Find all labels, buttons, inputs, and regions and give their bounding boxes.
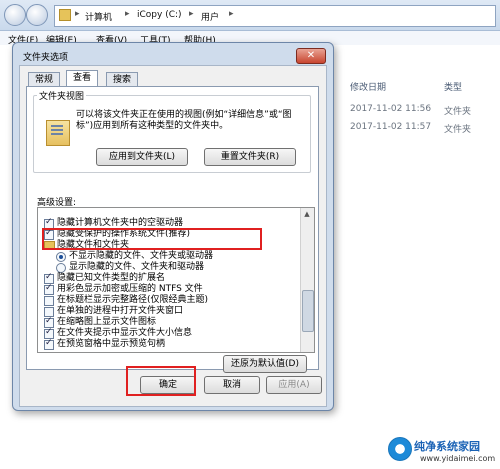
file-row-type[interactable]: 文件夹: [444, 122, 471, 135]
folder-options-dialog: 文件夹选项 ✕ 常规 查看 搜索 可以将该文件夹正在使用的视图(例如“详细信息”…: [12, 42, 334, 411]
breadcrumb-users[interactable]: 用户: [201, 10, 219, 23]
advanced-item[interactable]: 在缩略图上显示文件图标: [38, 316, 298, 328]
advanced-item[interactable]: 在标题栏显示完整路径(仅限经典主题): [38, 295, 298, 306]
breadcrumb-separator: ▸: [189, 9, 194, 19]
folder-view-group: 可以将该文件夹正在使用的视图(例如“详细信息”或“图标”)应用到所有这种类型的文…: [33, 95, 311, 173]
cancel-button[interactable]: 取消: [204, 376, 260, 394]
advanced-item-label: 在文件夹提示中显示文件大小信息: [57, 328, 193, 338]
breadcrumb-separator: ▸: [75, 9, 80, 19]
folder-view-icon: [46, 120, 70, 146]
advanced-item-label: 显示隐藏的文件、文件夹和驱动器: [69, 262, 205, 272]
highlight-show-hidden: [42, 228, 262, 250]
folder-view-legend: 文件夹视图: [37, 89, 87, 102]
breadcrumb-drive[interactable]: iCopy (C:): [137, 10, 182, 20]
breadcrumb-separator: ▸: [125, 9, 130, 19]
tab-general[interactable]: 常规: [28, 72, 61, 87]
advanced-item[interactable]: 在文件夹提示中显示文件大小信息: [38, 327, 298, 339]
back-button[interactable]: [4, 4, 26, 26]
file-list-header: 修改日期 类型: [334, 74, 500, 94]
watermark-title: 纯净系统家园: [414, 440, 480, 453]
watermark-logo-icon: [388, 437, 412, 461]
file-row-date[interactable]: 2017-11-02 11:57: [350, 122, 431, 132]
file-row-type[interactable]: 文件夹: [444, 104, 471, 117]
checkbox[interactable]: [44, 283, 54, 295]
checkbox[interactable]: [44, 338, 54, 350]
advanced-item[interactable]: 显示隐藏的文件、文件夹和驱动器: [38, 262, 298, 273]
radio-button[interactable]: [56, 252, 66, 262]
advanced-item-label: 在单独的进程中打开文件夹窗口: [57, 306, 184, 316]
highlight-ok-button: [126, 366, 196, 396]
column-modified-date[interactable]: 修改日期: [350, 80, 386, 93]
folder-icon: [59, 9, 71, 21]
tab-search[interactable]: 搜索: [106, 72, 139, 87]
advanced-item[interactable]: 在预览窗格中显示预览句柄: [38, 338, 298, 350]
advanced-item-label: 不显示隐藏的文件、文件夹或驱动器: [69, 251, 214, 261]
scrollbar-thumb[interactable]: [302, 290, 314, 332]
advanced-item[interactable]: 不显示隐藏的文件、文件夹或驱动器: [38, 251, 298, 262]
close-icon[interactable]: ✕: [296, 48, 326, 64]
advanced-item[interactable]: 用彩色显示加密或压缩的 NTFS 文件: [38, 283, 298, 295]
advanced-item[interactable]: 隐藏已知文件类型的扩展名: [38, 272, 298, 284]
reset-folders-button[interactable]: 重置文件夹(R): [204, 148, 296, 166]
advanced-item-label: 在标题栏显示完整路径(仅限经典主题): [57, 295, 209, 305]
dialog-title: 文件夹选项: [23, 53, 69, 63]
scroll-up-icon[interactable]: ▲: [302, 210, 312, 220]
apply-to-folders-button[interactable]: 应用到文件夹(L): [96, 148, 188, 166]
breadcrumb-separator: ▸: [229, 9, 234, 19]
watermark-url: www.yidaimei.com: [420, 454, 496, 463]
address-bar[interactable]: ▸ 计算机 ▸ iCopy (C:) ▸ 用户 ▸: [54, 5, 496, 27]
breadcrumb-computer[interactable]: 计算机: [85, 10, 112, 23]
radio-button[interactable]: [56, 263, 66, 273]
advanced-item-label: 用彩色显示加密或压缩的 NTFS 文件: [57, 284, 203, 294]
explorer-toolbar: ▸ 计算机 ▸ iCopy (C:) ▸ 用户 ▸: [0, 0, 500, 31]
column-type[interactable]: 类型: [444, 80, 462, 93]
advanced-item-label: 在预览窗格中显示预览句柄: [57, 339, 166, 349]
advanced-item-label: 隐藏已知文件类型的扩展名: [57, 273, 166, 283]
file-row-date[interactable]: 2017-11-02 11:56: [350, 104, 431, 114]
advanced-item-label: 在缩略图上显示文件图标: [57, 317, 157, 327]
checkbox[interactable]: [44, 296, 54, 306]
folder-view-description: 可以将该文件夹正在使用的视图(例如“详细信息”或“图标”)应用到所有这种类型的文…: [76, 110, 292, 131]
restore-defaults-button[interactable]: 还原为默认值(D): [223, 355, 307, 373]
apply-button[interactable]: 应用(A): [266, 376, 322, 394]
forward-button[interactable]: [26, 4, 48, 26]
advanced-item[interactable]: 在单独的进程中打开文件夹窗口: [38, 306, 298, 317]
